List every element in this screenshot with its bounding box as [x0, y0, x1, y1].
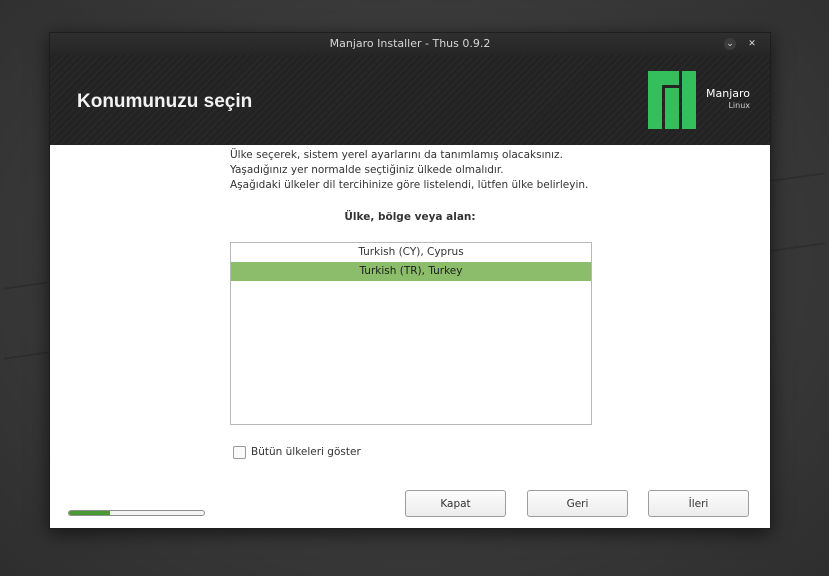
logo-subtitle: Linux: [728, 101, 750, 110]
close-icon[interactable]: ✕: [746, 38, 758, 50]
checkbox-label: Bütün ülkeleri göster: [251, 446, 361, 458]
intro-line: Aşağıdaki ülkeler dil tercihinize göre l…: [230, 179, 589, 191]
close-button[interactable]: Kapat: [405, 490, 506, 517]
back-button[interactable]: Geri: [527, 490, 628, 517]
logo-name: Manjaro: [705, 87, 750, 100]
intro-text: Ülke seçerek, sistem yerel ayarlarını da…: [230, 148, 588, 193]
intro-line: Yaşadığınız yer normalde seçtiğiniz ülke…: [230, 164, 504, 176]
next-button[interactable]: İleri: [648, 490, 749, 517]
show-all-countries-checkbox[interactable]: [233, 445, 246, 459]
list-item[interactable]: Turkish (CY), Cyprus: [231, 243, 591, 262]
country-list-label: Ülke, bölge veya alan:: [344, 211, 476, 223]
page-title: Konumunuzu seçin: [77, 91, 253, 112]
window-title: Manjaro Installer - Thus 0.9.2: [329, 37, 491, 50]
progress-fill: [69, 511, 110, 515]
country-list[interactable]: Turkish (CY), Cyprus Turkish (TR), Turke…: [230, 242, 592, 425]
installer-window: Manjaro Installer - Thus 0.9.2 ⌄ ✕ Konum…: [49, 32, 771, 529]
intro-line: Ülke seçerek, sistem yerel ayarlarını da…: [230, 149, 563, 161]
window-titlebar[interactable]: Manjaro Installer - Thus 0.9.2 ⌄ ✕: [50, 33, 770, 55]
install-progress-bar: [68, 510, 205, 516]
list-item-selected[interactable]: Turkish (TR), Turkey: [231, 262, 591, 281]
page-header: Konumunuzu seçin Manjaro Linux: [50, 55, 770, 145]
manjaro-logo-icon: [648, 71, 696, 129]
minimize-icon[interactable]: ⌄: [724, 38, 736, 50]
show-all-countries-row[interactable]: Bütün ülkeleri göster: [233, 445, 361, 459]
